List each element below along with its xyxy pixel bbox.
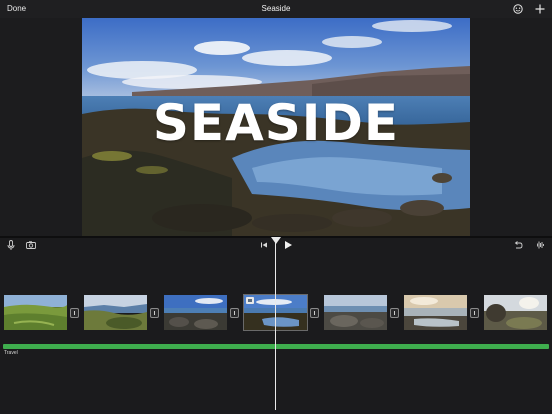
timeline-clip-5[interactable]	[324, 295, 387, 330]
microphone-icon[interactable]	[5, 239, 17, 251]
clip-thumbnail	[404, 295, 467, 330]
video-preview[interactable]: SEASIDE	[82, 18, 470, 236]
transition-marker[interactable]	[470, 308, 479, 318]
clip-thumbnail	[164, 295, 227, 330]
play-icon[interactable]	[282, 239, 294, 251]
title-badge-icon	[246, 297, 254, 304]
add-media-icon[interactable]	[534, 3, 546, 15]
transition-marker[interactable]	[310, 308, 319, 318]
transition-marker[interactable]	[230, 308, 239, 318]
settings-icon[interactable]	[512, 3, 524, 15]
transition-marker[interactable]	[70, 308, 79, 318]
playhead-marker[interactable]	[271, 237, 281, 244]
video-viewer: SEASIDE	[0, 18, 552, 236]
audio-track-label: Travel	[4, 350, 18, 356]
timeline-clip-1[interactable]	[4, 295, 67, 330]
playhead-line[interactable]	[275, 238, 276, 410]
timeline[interactable]: Travel	[0, 252, 552, 414]
top-bar: Done Seaside	[0, 0, 552, 18]
transition-marker[interactable]	[150, 308, 159, 318]
title-overlay: SEASIDE	[152, 94, 400, 152]
project-title: Seaside	[261, 4, 291, 13]
clip-thumbnail	[4, 295, 67, 330]
clip-thumbnail	[84, 295, 147, 330]
audio-track[interactable]	[3, 344, 549, 349]
skip-to-start-icon[interactable]	[258, 239, 270, 251]
clip-thumbnail	[484, 295, 547, 330]
camera-icon[interactable]	[25, 239, 37, 251]
audio-waveform-icon[interactable]	[534, 239, 546, 251]
undo-icon[interactable]	[512, 239, 524, 251]
clip-thumbnail	[324, 295, 387, 330]
transition-marker[interactable]	[390, 308, 399, 318]
timeline-clip-2[interactable]	[84, 295, 147, 330]
timeline-clip-3[interactable]	[164, 295, 227, 330]
timeline-clip-6[interactable]	[404, 295, 467, 330]
timeline-clip-7[interactable]	[484, 295, 547, 330]
